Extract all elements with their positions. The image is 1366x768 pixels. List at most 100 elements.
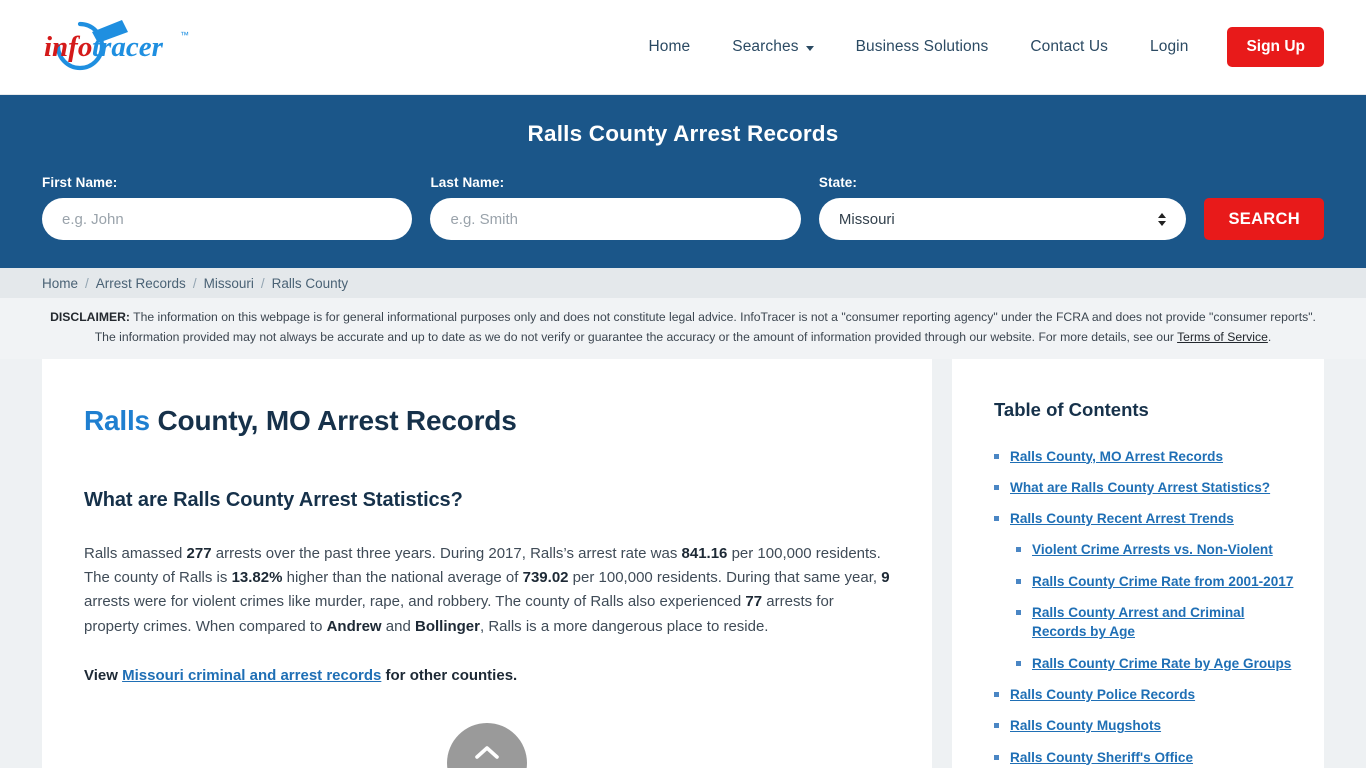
toc-link[interactable]: Ralls County Crime Rate by Age Groups [1032,654,1291,673]
first-name-field-group: First Name: [42,175,413,240]
main-article-card: Ralls County, MO Arrest Records What are… [42,358,932,768]
sign-up-button[interactable]: Sign Up [1227,27,1324,67]
nav-item-login[interactable]: Login [1129,38,1209,56]
page-title-rest: County, MO Arrest Records [149,404,517,436]
view-other-counties-line: View Missouri criminal and arrest record… [84,667,890,684]
nav-item-home[interactable]: Home [628,38,712,56]
bullet-icon [994,723,999,729]
toc-item: Ralls County, MO Arrest Records [994,447,1298,466]
nav-label: Business Solutions [855,38,989,55]
state-select[interactable]: Missouri [818,198,1187,240]
bullet-icon [994,691,999,697]
nav-label: Login [1150,38,1189,55]
state-field-group: State: Missouri [818,175,1187,240]
main-navigation: Home Searches Business Solutions Contact… [628,27,1324,67]
infotracer-logo[interactable]: info tracer ™ [40,17,230,77]
toc-item: Ralls County Recent Arrest Trends [994,509,1298,528]
table-of-contents-card: Table of Contents Ralls County, MO Arres… [952,358,1324,768]
bullet-icon [1016,610,1021,616]
nav-label: Searches [732,38,799,55]
nav-item-contact-us[interactable]: Contact Us [1009,38,1129,56]
stat-property-arrests: 77 [745,593,763,611]
text-run: arrests over the past three years. Durin… [211,544,682,562]
chevron-down-icon [805,45,814,51]
nav-item-searches[interactable]: Searches [711,38,834,56]
toc-subitem: Ralls County Crime Rate by Age Groups [1016,654,1298,673]
content-area: Ralls County, MO Arrest Records What are… [0,358,1366,768]
toc-link[interactable]: Ralls County Arrest and Criminal Records… [1032,603,1298,642]
page-title: Ralls County, MO Arrest Records [84,405,890,437]
toc-subitem: Ralls County Crime Rate from 2001-2017 [1016,572,1298,591]
toc-subitem: Violent Crime Arrests vs. Non-Violent [1016,540,1298,559]
text-run: View [84,667,123,685]
toc-item: Ralls County Police Records [994,685,1298,704]
text-run: higher than the national average of [282,568,523,586]
breadcrumb-item-missouri[interactable]: Missouri [204,276,254,291]
toc-link[interactable]: Ralls County Crime Rate from 2001-2017 [1032,572,1293,591]
search-band: Ralls County Arrest Records First Name: … [0,95,1366,268]
breadcrumb-item-home[interactable]: Home [42,276,78,291]
missouri-records-link[interactable]: Missouri criminal and arrest records [122,667,381,684]
nav-item-business-solutions[interactable]: Business Solutions [835,38,1010,56]
toc-item: What are Ralls County Arrest Statistics? [994,478,1298,497]
disclaimer-text: The information on this webpage is for g… [94,310,1316,344]
toc-link[interactable]: What are Ralls County Arrest Statistics? [1010,478,1270,497]
bullet-icon [994,516,999,522]
breadcrumb-item-arrest-records[interactable]: Arrest Records [96,276,186,291]
state-selected-value: Missouri [838,210,895,228]
last-name-input[interactable] [430,198,801,240]
toc-link[interactable]: Ralls County Sheriff's Office [1010,748,1193,767]
disclaimer-banner: DISCLAIMER: The information on this webp… [0,298,1366,359]
last-name-label: Last Name: [430,175,505,190]
stepper-arrows-icon [1158,212,1167,226]
compare-county-one: Andrew [326,617,382,635]
text-run: arrests were for violent crimes like mur… [84,593,746,611]
toc-link[interactable]: Violent Crime Arrests vs. Non-Violent [1032,540,1273,559]
toc-link[interactable]: Ralls County Recent Arrest Trends [1010,509,1234,528]
disclaimer-suffix: . [1267,329,1272,344]
search-button[interactable]: SEARCH [1204,198,1324,240]
toc-item: Ralls County Mugshots [994,716,1298,735]
state-label: State: [818,175,858,190]
breadcrumb-separator: / [85,275,89,291]
nav-label: Contact Us [1030,38,1108,55]
terms-of-service-link[interactable]: Terms of Service [1177,330,1268,344]
search-form: First Name: Last Name: State: Missouri S… [0,175,1366,240]
nav-label: Home [648,38,691,55]
stat-total-arrests: 277 [186,544,212,562]
first-name-input[interactable] [42,198,413,240]
breadcrumb: Home / Arrest Records / Missouri / Ralls… [0,268,1366,298]
bullet-icon [1016,660,1021,666]
breadcrumb-separator: / [260,275,265,291]
first-name-label: First Name: [42,175,118,190]
bullet-icon [994,484,999,490]
toc-link[interactable]: Ralls County, MO Arrest Records [1010,447,1223,466]
page-banner-title: Ralls County Arrest Records [527,121,839,146]
text-run: per 100,000 residents. During that same … [568,568,882,586]
section-heading-statistics: What are Ralls County Arrest Statistics? [84,488,463,511]
stat-percent-above-national: 13.82% [231,568,283,586]
bullet-icon [994,754,999,760]
bullet-icon [1016,547,1021,553]
bullet-icon [994,453,999,459]
toc-item: Ralls County Sheriff's Office [994,748,1298,767]
stat-national-average: 739.02 [522,568,569,586]
toc-subitem: Ralls County Arrest and Criminal Records… [1016,603,1298,642]
svg-text:info: info [44,31,92,63]
toc-link[interactable]: Ralls County Mugshots [1010,716,1161,735]
text-run: Ralls amassed [84,544,187,562]
stat-arrest-rate: 841.16 [681,544,728,562]
svg-text:™: ™ [180,30,189,40]
toc-list: Ralls County, MO Arrest Records What are… [994,447,1298,768]
statistics-paragraph: Ralls amassed 277 arrests over the past … [84,542,890,640]
svg-text:tracer: tracer [92,31,164,63]
chevron-up-icon [475,745,499,759]
last-name-field-group: Last Name: [430,175,801,240]
compare-county-two: Bollinger [414,617,480,635]
scroll-to-top-button[interactable] [447,722,527,768]
text-run: , Ralls is a more dangerous place to res… [480,617,769,635]
bullet-icon [1016,578,1021,584]
breadcrumb-separator: / [192,275,197,291]
toc-link[interactable]: Ralls County Police Records [1010,685,1195,704]
logo-graphic: info tracer ™ [44,20,189,71]
